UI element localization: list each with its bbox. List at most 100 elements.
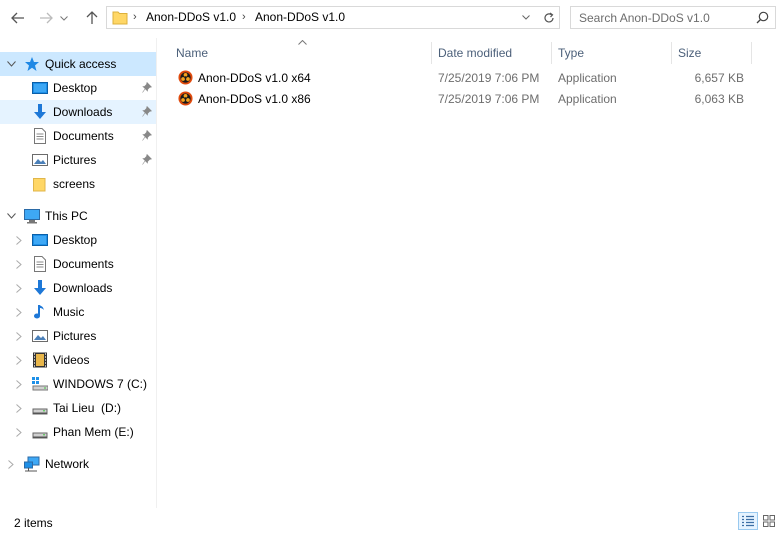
sidebar-item-pictures[interactable]: Pictures (0, 148, 156, 172)
refresh-button[interactable] (537, 7, 559, 28)
arrow-left-icon (11, 12, 24, 24)
column-header-size[interactable]: Size (672, 42, 752, 64)
documents-icon (32, 128, 48, 144)
search-icon[interactable] (756, 11, 769, 27)
sidebar-item-pc-drive-e[interactable]: Phan Mem (E:) (0, 420, 156, 444)
sidebar-item-screens[interactable]: screens (0, 172, 156, 196)
search-box[interactable]: Search Anon-DDoS v1.0 (570, 6, 776, 29)
collapse-chevron-icon[interactable] (6, 211, 16, 221)
file-size: 6,657 KB (694, 71, 744, 85)
drive-icon (32, 400, 48, 416)
chevron-down-icon (60, 15, 68, 21)
sidebar-item-label: Quick access (45, 57, 117, 71)
expand-chevron-icon[interactable] (14, 355, 24, 365)
arrow-right-icon (40, 12, 53, 24)
desktop-icon (32, 232, 48, 248)
sidebar-item-desktop[interactable]: Desktop (0, 76, 156, 100)
sidebar-item-pc-music[interactable]: Music (0, 300, 156, 324)
sidebar-item-this-pc[interactable]: This PC (0, 204, 156, 228)
refresh-icon (543, 12, 554, 22)
collapse-chevron-icon[interactable] (6, 59, 16, 69)
sidebar-item-pc-drive-c[interactable]: WINDOWS 7 (C:) (0, 372, 156, 396)
expand-chevron-icon[interactable] (14, 283, 24, 293)
sidebar-item-label: Downloads (53, 281, 113, 295)
sidebar-item-label: Music (53, 305, 85, 319)
address-bar[interactable]: › Anon-DDoS v1.0 › Anon-DDoS v1.0 (106, 6, 560, 29)
sidebar-item-pc-drive-d[interactable]: Tai Lieu (D:) (0, 396, 156, 420)
item-count: 2 items (14, 516, 53, 530)
desktop-icon (32, 80, 48, 96)
download-arrow-icon (32, 280, 48, 296)
expand-chevron-icon[interactable] (14, 307, 24, 317)
file-row[interactable]: Anon-DDoS v1.0 x64 7/25/2019 7:06 PM App… (174, 67, 754, 88)
folder-icon (32, 176, 48, 192)
sidebar-item-documents[interactable]: Documents (0, 124, 156, 148)
navigation-pane: Quick access Desktop Downloads Documents (0, 38, 157, 508)
sidebar-item-label: Videos (53, 353, 90, 367)
pictures-icon (32, 152, 48, 168)
sidebar-item-pc-videos[interactable]: Videos (0, 348, 156, 372)
drive-icon (32, 424, 48, 440)
system-drive-icon (32, 376, 49, 392)
biohazard-icon (178, 70, 193, 88)
pin-icon (142, 105, 153, 120)
sidebar-item-label: Desktop (53, 81, 98, 95)
forward-button[interactable] (36, 8, 56, 28)
breadcrumb-separator-icon: › (242, 11, 246, 23)
sidebar-item-label: Documents (53, 257, 114, 271)
search-placeholder: Search Anon-DDoS v1.0 (579, 11, 710, 25)
file-type: Application (558, 71, 617, 85)
pin-icon (142, 153, 153, 168)
expand-chevron-icon[interactable] (14, 379, 24, 389)
sidebar-item-pc-desktop[interactable]: Desktop (0, 228, 156, 252)
film-icon (32, 352, 48, 368)
sidebar-item-downloads[interactable]: Downloads (0, 100, 156, 124)
address-history-button[interactable] (517, 8, 535, 27)
expand-chevron-icon[interactable] (14, 259, 24, 269)
file-type: Application (558, 92, 617, 106)
address-toolbar: › Anon-DDoS v1.0 › Anon-DDoS v1.0 Search… (0, 0, 780, 36)
sidebar-item-label: Downloads (53, 105, 113, 119)
breadcrumb-separator-icon: › (133, 11, 137, 23)
documents-icon (32, 256, 48, 272)
sidebar-item-label: screens (53, 177, 96, 191)
column-header-label: Type (558, 46, 585, 60)
sidebar-item-pc-pictures[interactable]: Pictures (0, 324, 156, 348)
sidebar-item-quick-access[interactable]: Quick access (0, 52, 156, 76)
sidebar-item-label: This PC (45, 209, 88, 223)
column-header-type[interactable]: Type (552, 42, 672, 64)
column-header-date-modified[interactable]: Date modified (432, 42, 552, 64)
breadcrumb-item[interactable]: Anon-DDoS v1.0 (255, 10, 345, 24)
column-header-name[interactable]: Name (170, 42, 432, 64)
pin-icon (142, 81, 153, 96)
up-button[interactable] (82, 8, 102, 28)
sidebar-item-label: Phan Mem (E:) (53, 425, 134, 439)
large-icons-view-button[interactable] (759, 512, 779, 530)
recent-locations-button[interactable] (58, 8, 70, 28)
network-icon (24, 456, 40, 472)
column-header-label: Name (176, 46, 209, 60)
music-note-icon (32, 304, 48, 320)
sidebar-item-label: Desktop (53, 233, 98, 247)
sidebar-item-label: Network (45, 457, 90, 471)
column-header-label: Date modified (438, 46, 513, 60)
file-row[interactable]: Anon-DDoS v1.0 x86 7/25/2019 7:06 PM App… (174, 88, 754, 109)
star-icon (24, 56, 40, 72)
pin-icon (142, 129, 153, 144)
expand-chevron-icon[interactable] (6, 459, 16, 469)
sidebar-item-label: Pictures (53, 153, 97, 167)
sidebar-item-pc-downloads[interactable]: Downloads (0, 276, 156, 300)
expand-chevron-icon[interactable] (14, 427, 24, 437)
breadcrumb-item[interactable]: Anon-DDoS v1.0 (146, 10, 236, 24)
expand-chevron-icon[interactable] (14, 235, 24, 245)
chevron-down-icon (522, 15, 530, 20)
file-date-modified: 7/25/2019 7:06 PM (438, 71, 540, 85)
sidebar-item-pc-documents[interactable]: Documents (0, 252, 156, 276)
details-view-button[interactable] (738, 512, 758, 530)
file-name: Anon-DDoS v1.0 x86 (198, 92, 311, 106)
sidebar-item-network[interactable]: Network (0, 452, 156, 476)
back-button[interactable] (8, 8, 28, 28)
expand-chevron-icon[interactable] (14, 331, 24, 341)
expand-chevron-icon[interactable] (14, 403, 24, 413)
sidebar-item-label: Tai Lieu (D:) (53, 401, 122, 415)
